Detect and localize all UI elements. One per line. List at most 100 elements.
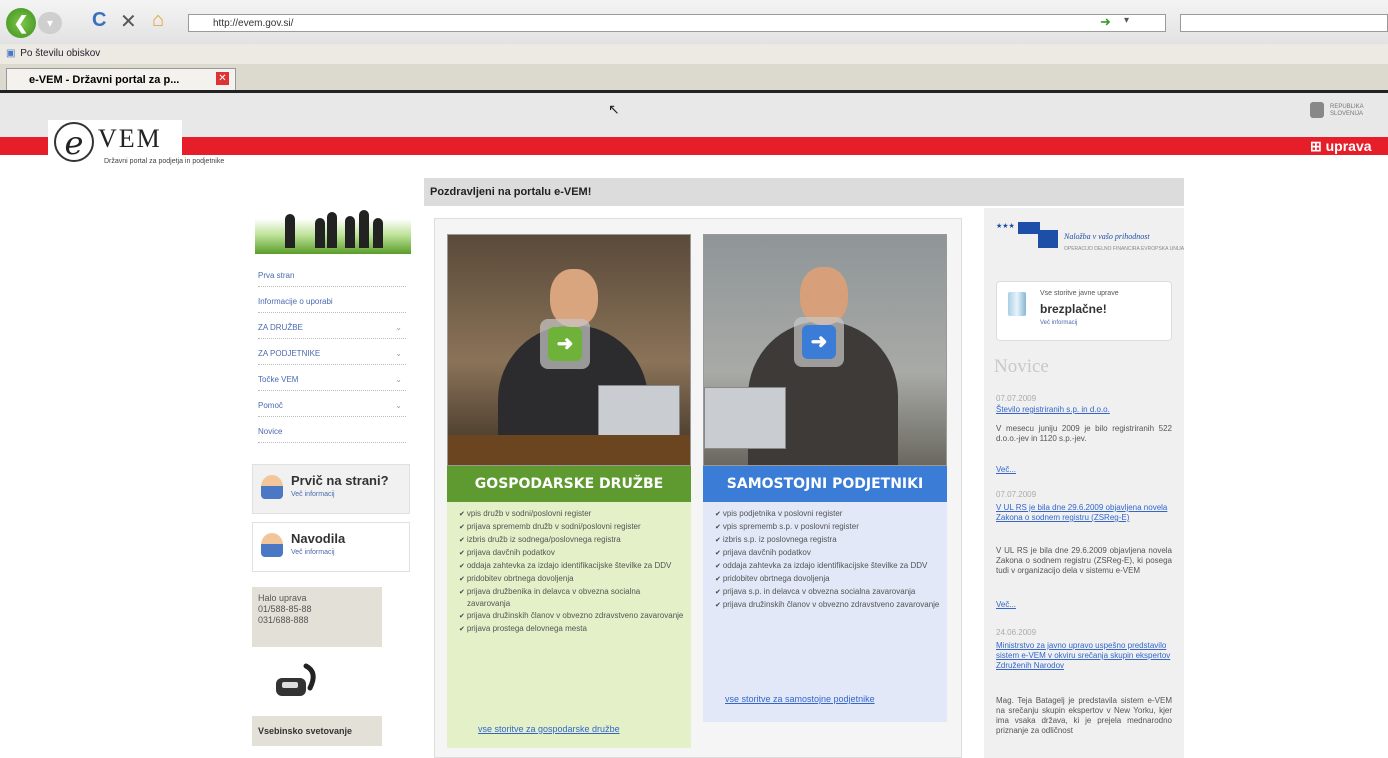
arrow-button[interactable]: ➜ [540, 319, 590, 369]
businessman-photo[interactable]: ➜ [447, 234, 691, 466]
news-text: Mag. Teja Batagelj je predstavila sistem… [996, 696, 1172, 735]
list-item: prijava družbenika in delavca v obvezna … [459, 586, 685, 609]
person-icon [261, 475, 283, 499]
home-icon[interactable]: ⌂ [152, 9, 164, 32]
uprava-label: uprava [1325, 138, 1372, 154]
sidebar-item-za-druzbe[interactable]: ZA DRUŽBE ⌄ [258, 318, 406, 339]
companies-services-list: vpis družb v sodni/poslovni register pri… [447, 502, 691, 748]
news-link[interactable]: Ministrstvo za javno upravo uspešno pred… [996, 641, 1172, 671]
address-bar[interactable]: http://evem.gov.si/ [188, 14, 1166, 32]
list-item: oddaja zahtevka za izdajo identifikacijs… [715, 560, 941, 572]
free-services-line1: Vse storitve javne uprave [1040, 290, 1119, 297]
news-more-link[interactable]: Več... [996, 465, 1016, 474]
entrepreneurs-services-list: vpis podjetnika v poslovni register vpis… [703, 502, 947, 722]
forward-button[interactable]: ▾ [38, 12, 62, 34]
news-date: 24.06.2009 [996, 628, 1037, 637]
instructions-box[interactable]: Navodila Več informacij [252, 522, 410, 572]
chevron-down-icon: ⌄ [395, 323, 402, 332]
content-advice-box[interactable]: Vsebinsko svetovanje [252, 716, 382, 746]
logo-e-mark[interactable]: e [54, 122, 94, 162]
sidebar-item-tocke-vem[interactable]: Točke VEM ⌄ [258, 370, 406, 391]
list-item: prijava s.p. in delavca v obvezna social… [715, 586, 941, 598]
uprava-icon: ⊞ [1310, 138, 1322, 154]
entrepreneurs-header[interactable]: SAMOSTOJNI PODJETNIKI [703, 466, 947, 502]
republic-label: REPUBLIKA SLOVENIJA [1330, 104, 1364, 117]
tab-title: e-VEM - Državni portal za p... [29, 74, 180, 86]
chevron-down-icon: ⌄ [395, 349, 402, 358]
people-illustration [255, 190, 411, 254]
browser-tab[interactable]: e-VEM - Državni portal za p... [6, 68, 236, 90]
news-link[interactable]: Število registriranih s.p. in d.o.o. [996, 405, 1172, 415]
list-item: prijava družinskih članov v obvezno zdra… [715, 599, 941, 611]
list-item: pridobitev obrtnega dovoljenja [459, 573, 685, 585]
uprava-link[interactable]: ⊞ uprava [1310, 137, 1372, 155]
arrow-button[interactable]: ➜ [794, 317, 844, 367]
halo-uprava-box: Halo uprava 01/588-85-88 031/688-888 [252, 587, 382, 647]
search-input[interactable] [1180, 14, 1388, 32]
mouse-cursor-icon: ↖ [608, 101, 620, 117]
list-item: izbris družb iz sodnega/poslovnega regis… [459, 534, 685, 546]
news-date: 07.07.2009 [996, 394, 1037, 403]
page-top-strip [0, 93, 1388, 137]
back-button[interactable]: ❮ [6, 8, 36, 38]
favorites-item[interactable]: Po številu obiskov [20, 48, 100, 59]
halo-phone-2: 031/688-888 [258, 615, 309, 625]
favorites-bar: ▣ Po številu obiskov [0, 44, 1388, 64]
news-text: V mesecu juniju 2009 je bilo registriran… [996, 424, 1172, 443]
arrow-right-icon: ➜ [802, 325, 836, 359]
welcome-title: Pozdravljeni na portalu e-VEM! [424, 178, 1184, 206]
list-item: oddaja zahtevka za izdajo identifikacijs… [459, 560, 685, 572]
sidebar-item-informacije[interactable]: Informacije o uporabi [258, 292, 406, 313]
sidebar-item-za-podjetnike[interactable]: ZA PODJETNIKE ⌄ [258, 344, 406, 365]
instructions-more-link[interactable]: Več informacij [291, 549, 335, 556]
eu-investment-text[interactable]: Naložba v vašo prihodnost [1064, 232, 1150, 241]
header-red-band [0, 137, 1388, 155]
free-services-line2: brezplačne! [1040, 302, 1107, 316]
dropdown-icon[interactable]: ▾ [1124, 15, 1129, 26]
sidebar-item-novice[interactable]: Novice [258, 422, 406, 443]
logo-subtitle: Državni portal za podjetja in podjetnike [104, 158, 225, 165]
companies-header[interactable]: GOSPODARSKE DRUŽBE [447, 466, 691, 502]
republic-crest-icon [1310, 102, 1324, 118]
news-more-link[interactable]: Več... [996, 600, 1016, 609]
entrepreneur-photo[interactable]: ➜ [703, 234, 947, 466]
stop-icon[interactable]: ✕ [120, 9, 137, 34]
logo-text[interactable]: VEM [98, 124, 162, 154]
go-icon[interactable]: ➜ [1100, 14, 1111, 30]
telephone-icon [276, 663, 316, 696]
news-heading: Novice [994, 356, 1049, 377]
eu-logo-icon [1018, 222, 1040, 234]
bookmark-icon: ▣ [6, 48, 16, 59]
list-item: prijava davčnih podatkov [715, 547, 941, 559]
sidebar-item-pomoc[interactable]: Pomoč ⌄ [258, 396, 406, 417]
list-item: prijava davčnih podatkov [459, 547, 685, 559]
person-icon [261, 533, 283, 557]
all-entrepreneurs-services-link[interactable]: vse storitve za samostojne podjetnike [725, 694, 875, 704]
news-link[interactable]: V UL RS je bila dne 29.6.2009 objavljena… [996, 503, 1172, 523]
eu-flag-icon [1038, 230, 1058, 248]
chevron-down-icon: ⌄ [395, 375, 402, 384]
list-item: pridobitev obrtnega dovoljenja [715, 573, 941, 585]
free-services-more-link[interactable]: Več informacij [1040, 320, 1077, 326]
tab-close-icon[interactable]: ✕ [216, 72, 229, 85]
list-item: vpis sprememb s.p. v poslovni register [715, 521, 941, 533]
first-time-more-link[interactable]: Več informacij [291, 491, 335, 498]
list-item: vpis družb v sodni/poslovni register [459, 508, 685, 520]
list-item: prijava prostega delovnega mesta [459, 623, 685, 635]
list-item: prijava sprememb družb v sodni/poslovni … [459, 521, 685, 533]
laptop [704, 387, 786, 449]
all-companies-services-link[interactable]: vse storitve za gospodarske družbe [478, 724, 620, 734]
free-services-icon [1008, 292, 1026, 316]
list-item: prijava družinskih članov v obvezno zdra… [459, 610, 685, 622]
arrow-right-icon: ➜ [548, 327, 582, 361]
halo-label: Halo uprava [258, 593, 307, 603]
eu-investment-subtext: OPERACIJO DELNO FINANCIRA EVROPSKA UNIJA [1064, 246, 1185, 252]
refresh-icon[interactable]: C [92, 9, 106, 32]
sidebar-item-prva-stran[interactable]: Prva stran [258, 266, 406, 287]
chevron-down-icon: ⌄ [395, 401, 402, 410]
news-date: 07.07.2009 [996, 490, 1037, 499]
list-item: izbris s.p. iz poslovnega registra [715, 534, 941, 546]
instructions-title: Navodila [291, 531, 346, 546]
first-time-box[interactable]: Prvič na strani? Več informacij [252, 464, 410, 514]
eu-stars-icon: ★★★ [996, 223, 1015, 230]
